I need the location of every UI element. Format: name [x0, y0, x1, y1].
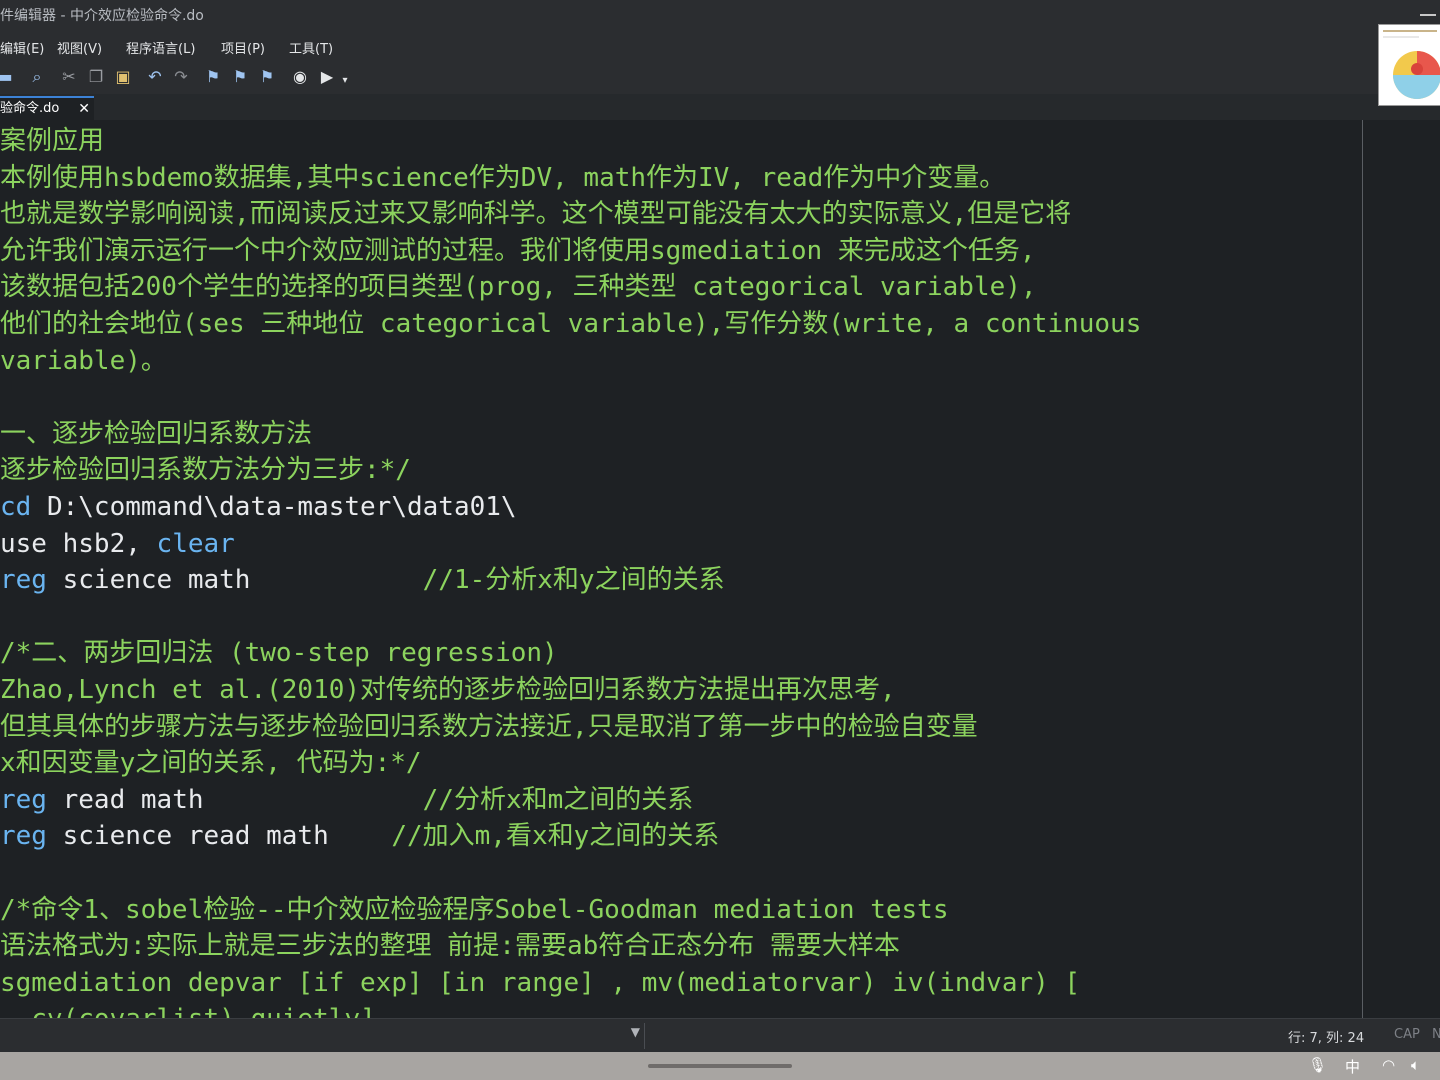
- code-keyword: reg: [0, 821, 47, 852]
- code-keyword: cd: [0, 492, 32, 522]
- menu-bar: 编辑(E) 视图(V) 程序语言(L) 项目(P) 工具(T): [0, 32, 1440, 60]
- code-text: science math: [46, 565, 423, 596]
- code-comment: 案例应用: [0, 126, 105, 156]
- code-comment: 他们的社会地位(ses 三种地位 categorical variable),写…: [0, 309, 1142, 339]
- show-icon[interactable]: ◉: [289, 66, 311, 88]
- code-comment: 允许我们演示运行一个中介效应测试的过程。我们将使用sgmediation 来完成…: [0, 235, 1036, 266]
- chevron-down-icon[interactable]: ▾: [334, 70, 356, 92]
- print-icon[interactable]: ▬: [0, 66, 16, 88]
- code-comment: 但其具体的步骤方法与逐步检验回归系数方法接近,只是取消了第一步中的检验自变量: [0, 711, 978, 742]
- code-comment: 本例使用hsbdemo数据集,其中science作为DV, math作为IV, …: [0, 162, 1006, 193]
- menu-language[interactable]: 程序语言(L): [126, 38, 195, 57]
- redo-icon[interactable]: ↷: [170, 66, 192, 88]
- code-comment: Zhao,Lynch et al.(2010)对传统的逐步检验回归系数方法提出再…: [0, 675, 896, 705]
- microphone-icon[interactable]: 🎙︎: [1308, 1056, 1327, 1074]
- code-comment: sgmediation depvar [if exp] [in range] ,…: [0, 967, 1081, 998]
- code-comment: 语法格式为:实际上就是三步法的整理 前提:需要ab符合正态分布 需要大样本: [0, 931, 900, 962]
- title-bar: 件编辑器 - 中介效应检验命令.do: [0, 0, 1440, 32]
- code-line[interactable]: 但其具体的步骤方法与逐步检验回归系数方法接近,只是取消了第一步中的检验自变量: [0, 709, 978, 745]
- toolbar: ▬ ⌕ ✂ ❐ ▣ ↶ ↷ ⚑ ⚑ ⚑ ◉ ▶ ▾: [0, 60, 1440, 94]
- code-comment: 一、逐步检验回归系数方法: [0, 418, 313, 449]
- command-combo[interactable]: ▼: [0, 1023, 645, 1049]
- code-line[interactable]: sgmediation depvar [if exp] [in range] ,…: [0, 965, 1080, 1001]
- home-handle[interactable]: [648, 1064, 792, 1068]
- code-line[interactable]: 允许我们演示运行一个中介效应测试的过程。我们将使用sgmediation 来完成…: [0, 233, 1036, 269]
- caps-indicator: CAP: [1394, 1027, 1420, 1042]
- code-line[interactable]: reg read math //分析x和m之间的关系: [0, 782, 693, 818]
- code-comment: //分析x和m之间的关系: [422, 784, 694, 815]
- code-line[interactable]: variable)。: [0, 343, 167, 379]
- code-comment: /*命令1、sobel检验--中介效应检验程序Sobel-Goodman med…: [0, 894, 949, 925]
- find-icon[interactable]: ⌕: [26, 66, 48, 88]
- code-text: read math: [46, 784, 423, 815]
- bookmark-prev-icon[interactable]: ⚑: [229, 66, 251, 88]
- taskbar: 🎙︎ 中 ◠ 🔈︎: [0, 1052, 1440, 1080]
- code-line[interactable]: 案例应用: [0, 123, 104, 159]
- code-line[interactable]: reg science read math //加入m,看x和y之间的关系: [0, 818, 719, 854]
- editor-right-margin: [1363, 120, 1440, 1018]
- screen-thumbnail: [1378, 24, 1440, 106]
- code-keyword: reg: [0, 565, 47, 596]
- code-line[interactable]: /*命令1、sobel检验--中介效应检验程序Sobel-Goodman med…: [0, 892, 948, 928]
- tab-label: 验命令.do: [0, 101, 60, 116]
- minimize-button[interactable]: [1420, 14, 1436, 16]
- code-line[interactable]: /*二、两步回归法 (two-step regression): [0, 635, 558, 671]
- code-line[interactable]: 也就是数学影响阅读,而阅读反过来又影响科学。这个模型可能没有太大的实际意义,但是…: [0, 196, 1071, 232]
- code-keyword: clear: [156, 528, 235, 559]
- code-text: D:\command\data-master\data01\: [31, 492, 517, 522]
- code-comment: 该数据包括200个学生的选择的项目类型(prog, 三种类型 categoric…: [0, 272, 1037, 303]
- volume-icon[interactable]: 🔈︎: [1411, 1056, 1420, 1074]
- menu-view[interactable]: 视图(V): [57, 38, 102, 57]
- code-line[interactable]: use hsb2, clear: [0, 526, 235, 562]
- code-line[interactable]: 逐步检验回归系数方法分为三步:*/: [0, 452, 411, 488]
- code-line[interactable]: 本例使用hsbdemo数据集,其中science作为DV, math作为IV, …: [0, 160, 1005, 196]
- copy-icon[interactable]: ❐: [85, 66, 107, 88]
- cut-icon[interactable]: ✂: [58, 66, 80, 88]
- code-comment: cv(covarlist) quietly]: [0, 1004, 375, 1018]
- code-keyword: reg: [0, 784, 47, 815]
- paste-icon[interactable]: ▣: [112, 66, 134, 88]
- code-line[interactable]: cd D:\command\data-master\data01\: [0, 489, 517, 525]
- code-line[interactable]: 语法格式为:实际上就是三步法的整理 前提:需要ab符合正态分布 需要大样本: [0, 928, 900, 964]
- code-line[interactable]: cv(covarlist) quietly]: [0, 1001, 375, 1018]
- chevron-down-icon[interactable]: ▼: [631, 1025, 640, 1039]
- code-line[interactable]: 一、逐步检验回归系数方法: [0, 416, 312, 452]
- bookmark-next-icon[interactable]: ⚑: [256, 66, 278, 88]
- status-bar: ▼ 行: 7, 列: 24 CAP N: [0, 1018, 1440, 1053]
- undo-icon[interactable]: ↶: [144, 66, 166, 88]
- bookmark-toggle-icon[interactable]: ⚑: [202, 66, 224, 88]
- code-text: use hsb2,: [0, 528, 157, 559]
- code-editor[interactable]: 案例应用本例使用hsbdemo数据集,其中science作为DV, math作为…: [0, 120, 1362, 1018]
- code-line[interactable]: Zhao,Lynch et al.(2010)对传统的逐步检验回归系数方法提出再…: [0, 672, 896, 708]
- wifi-icon[interactable]: ◠: [1382, 1056, 1395, 1074]
- code-line[interactable]: reg science math //1-分析x和y之间的关系: [0, 562, 725, 598]
- code-comment: variable)。: [0, 345, 167, 376]
- code-comment: /*二、两步回归法 (two-step regression): [0, 638, 558, 669]
- menu-project[interactable]: 项目(P): [221, 38, 265, 57]
- menu-tools[interactable]: 工具(T): [289, 38, 333, 57]
- thumbnail-figure-icon: [1379, 25, 1440, 105]
- code-line[interactable]: 他们的社会地位(ses 三种地位 categorical variable),写…: [0, 306, 1141, 342]
- close-icon[interactable]: ✕: [78, 98, 90, 120]
- code-comment: //1-分析x和y之间的关系: [422, 565, 725, 596]
- code-text: science read math: [46, 821, 392, 852]
- tab-do-file[interactable]: 验命令.do ✕: [0, 96, 94, 122]
- code-comment: x和因变量y之间的关系, 代码为:*/: [0, 748, 422, 779]
- cursor-position: 行: 7, 列: 24: [1288, 1031, 1365, 1046]
- code-comment: //加入m,看x和y之间的关系: [391, 821, 720, 852]
- tab-bar: 验命令.do ✕: [0, 94, 1440, 122]
- code-comment: 也就是数学影响阅读,而阅读反过来又影响科学。这个模型可能没有太大的实际意义,但是…: [0, 199, 1072, 230]
- code-line[interactable]: x和因变量y之间的关系, 代码为:*/: [0, 745, 422, 781]
- ime-indicator[interactable]: 中: [1345, 1056, 1360, 1077]
- num-indicator: N: [1432, 1027, 1440, 1042]
- code-comment: 逐步检验回归系数方法分为三步:*/: [0, 455, 411, 486]
- menu-edit[interactable]: 编辑(E): [0, 38, 44, 57]
- code-line[interactable]: 该数据包括200个学生的选择的项目类型(prog, 三种类型 categoric…: [0, 269, 1037, 305]
- window-title: 件编辑器 - 中介效应检验命令.do: [0, 8, 204, 24]
